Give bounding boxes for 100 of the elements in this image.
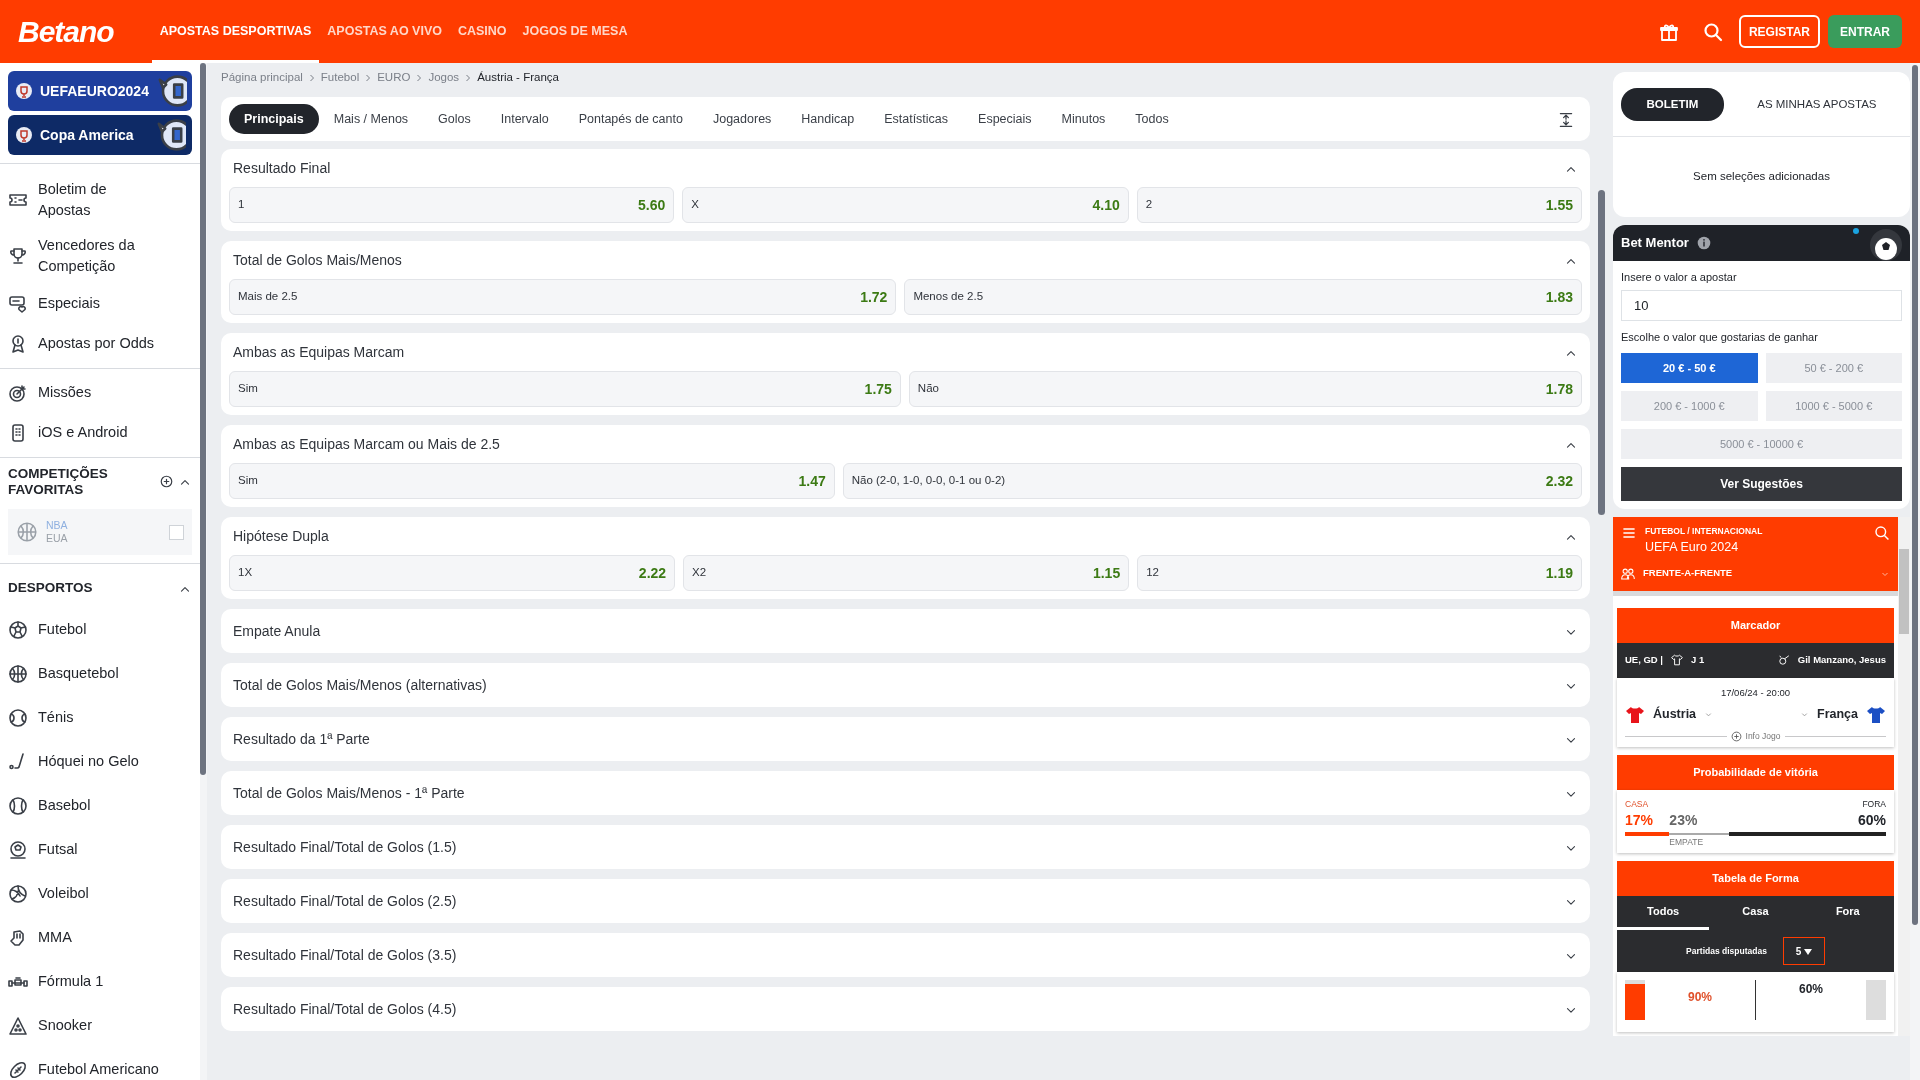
odds-button[interactable]: 1X 2.22 xyxy=(229,555,676,591)
betslip-tab[interactable]: BOLETIM xyxy=(1621,87,1724,121)
checkbox[interactable] xyxy=(169,524,184,540)
breadcrumb-link[interactable]: Jogos xyxy=(428,69,460,87)
view-selector[interactable]: FRENTE-A-FRENTE xyxy=(1621,556,1890,591)
matches-dropdown[interactable]: 5 xyxy=(1782,937,1825,965)
sport-item[interactable]: Basebol xyxy=(0,784,200,829)
competition-banner[interactable]: Copa America xyxy=(8,115,192,155)
scrollbar[interactable] xyxy=(1912,65,1918,925)
market-header[interactable]: Hipótese Dupla xyxy=(229,517,1582,555)
form-tab[interactable]: Casa xyxy=(1709,896,1802,930)
odds-value: 2.22 xyxy=(638,563,667,583)
market-tab[interactable]: Minutos xyxy=(1046,104,1121,134)
market-header[interactable]: Resultado Final/Total de Golos (2.5) xyxy=(229,879,1582,923)
sport-item[interactable]: Hóquei no Gelo xyxy=(0,740,200,785)
menu-item[interactable]: iOS e Android xyxy=(0,413,200,453)
breadcrumb-link[interactable]: EURO xyxy=(377,69,411,87)
odds-button[interactable]: X2 1.15 xyxy=(683,555,1130,591)
market-tab[interactable]: Handicap xyxy=(786,104,870,134)
section-title: DESPORTOS xyxy=(8,580,94,596)
odds-button[interactable]: Mais de 2.5 1.72 xyxy=(229,279,897,315)
home-percent: 17% xyxy=(1625,811,1655,831)
market-header[interactable]: Total de Golos Mais/Menos (alternativas) xyxy=(229,663,1582,707)
market-title: Ambas as Equipas Marcam ou Mais de 2.5 xyxy=(233,434,501,454)
category-path[interactable]: FUTEBOL / INTERNACIONAL xyxy=(1645,526,1763,536)
odds-button[interactable]: Não (2-0, 1-0, 0-0, 0-1 ou 0-2) 2.32 xyxy=(842,463,1582,499)
sport-item[interactable]: Basquetebol xyxy=(0,652,200,697)
sport-item[interactable]: Snooker xyxy=(0,1004,200,1049)
sport-item[interactable]: Ténis xyxy=(0,696,200,741)
menu-icon[interactable] xyxy=(1621,525,1637,541)
trophy-icon xyxy=(8,246,28,266)
add-icon xyxy=(159,474,174,489)
market-title: Hipótese Dupla xyxy=(233,526,330,546)
market-tab[interactable]: Mais / Menos xyxy=(318,104,424,134)
register-button[interactable]: REGISTAR xyxy=(1738,15,1820,48)
market-header[interactable]: Resultado Final xyxy=(229,149,1582,187)
sport-label: Futebol Americano xyxy=(38,1060,159,1080)
logo[interactable]: Betano xyxy=(18,9,114,54)
sport-item[interactable]: Voleibol xyxy=(0,872,200,917)
sport-item[interactable]: Futebol Americano xyxy=(0,1048,200,1080)
market-header[interactable]: Resultado Final/Total de Golos (3.5) xyxy=(229,933,1582,977)
market-header[interactable]: Ambas as Equipas Marcam xyxy=(229,333,1582,371)
sport-item[interactable]: MMA xyxy=(0,916,200,961)
odds-button[interactable]: 1 5.60 xyxy=(229,187,675,223)
menu-item[interactable]: Vencedores da Competição xyxy=(0,228,200,284)
market-tab[interactable]: Todos xyxy=(1120,104,1184,134)
odds-button[interactable]: Não 1.78 xyxy=(908,371,1582,407)
referee-name: Gil Manzano, Jesus xyxy=(1797,652,1886,667)
market-tab[interactable]: Especiais xyxy=(963,104,1047,134)
sport-item[interactable]: Futebol xyxy=(0,608,200,653)
odds-button[interactable]: Sim 1.75 xyxy=(229,371,901,407)
market-tab[interactable]: Principais xyxy=(229,104,319,134)
market-header[interactable]: Resultado Final/Total de Golos (1.5) xyxy=(229,825,1582,869)
market-title: Empate Anula xyxy=(233,621,322,641)
market-header[interactable]: Empate Anula xyxy=(229,609,1582,653)
betslip-tab[interactable]: AS MINHAS APOSTAS xyxy=(1731,87,1902,121)
market-header[interactable]: Resultado Final/Total de Golos (4.5) xyxy=(229,987,1582,1031)
scrollbar[interactable] xyxy=(1598,190,1605,515)
market-header[interactable]: Resultado da 1ª Parte xyxy=(229,717,1582,761)
odds-button[interactable]: Menos de 2.5 1.83 xyxy=(904,279,1582,315)
baseball-icon xyxy=(8,796,28,817)
sport-item[interactable]: Futsal xyxy=(0,828,200,873)
scrollbar[interactable] xyxy=(200,63,206,775)
odds-button[interactable]: 12 1.19 xyxy=(1137,555,1582,591)
section-header: Probabilidade de vitória xyxy=(1617,754,1894,790)
info-link[interactable]: Info Jogo xyxy=(1745,729,1781,743)
odds-button[interactable]: 2 1.55 xyxy=(1136,187,1582,223)
basketball-icon xyxy=(8,664,28,685)
add-icon xyxy=(1730,730,1742,742)
info-icon[interactable] xyxy=(1696,236,1711,250)
competition-region: EUA xyxy=(46,532,69,545)
market-header[interactable]: Total de Golos Mais/Menos - 1ª Parte xyxy=(229,771,1582,815)
menu-item[interactable]: Apostas por Odds xyxy=(0,324,200,364)
menu-item[interactable]: Especiais xyxy=(0,284,200,324)
stake-input[interactable]: 10 xyxy=(1621,289,1902,321)
breadcrumb-link[interactable]: Página principal xyxy=(221,69,303,87)
range-option[interactable]: 20 € - 50 € xyxy=(1621,353,1758,383)
odds-button[interactable]: Sim 1.47 xyxy=(229,463,835,499)
market-header[interactable]: Total de Golos Mais/Menos xyxy=(229,241,1582,279)
market-tab[interactable]: Estatísticas xyxy=(869,104,964,134)
menu-item[interactable]: Missões xyxy=(0,373,200,413)
market-tab[interactable]: Golos xyxy=(423,104,486,134)
form-tab[interactable]: Fora xyxy=(1801,896,1894,930)
breadcrumb-link[interactable]: Futebol xyxy=(320,69,360,87)
menu-item[interactable]: Boletim de Apostas xyxy=(0,172,200,228)
market-tab[interactable]: Intervalo xyxy=(485,104,564,134)
sport-item[interactable]: Fórmula 1 xyxy=(0,960,200,1005)
suggestions-button[interactable]: Ver Sugestões xyxy=(1621,467,1902,501)
market-header[interactable]: Ambas as Equipas Marcam ou Mais de 2.5 xyxy=(229,425,1582,463)
outcome-label: Não xyxy=(917,381,939,397)
competition-banner[interactable]: UEFAEURO2024 xyxy=(8,71,192,111)
search-icon[interactable] xyxy=(1874,525,1890,541)
market-tab[interactable]: Jogadores xyxy=(697,104,787,134)
outcome-label: 12 xyxy=(1146,565,1159,581)
market-tab[interactable]: Pontapés de canto xyxy=(563,104,698,134)
trophy-emblem-icon xyxy=(14,81,34,101)
form-bar xyxy=(1866,980,1886,1020)
form-tab[interactable]: Todos xyxy=(1617,896,1710,930)
scrollbar[interactable] xyxy=(1899,549,1909,634)
odds-button[interactable]: X 4.10 xyxy=(682,187,1129,223)
